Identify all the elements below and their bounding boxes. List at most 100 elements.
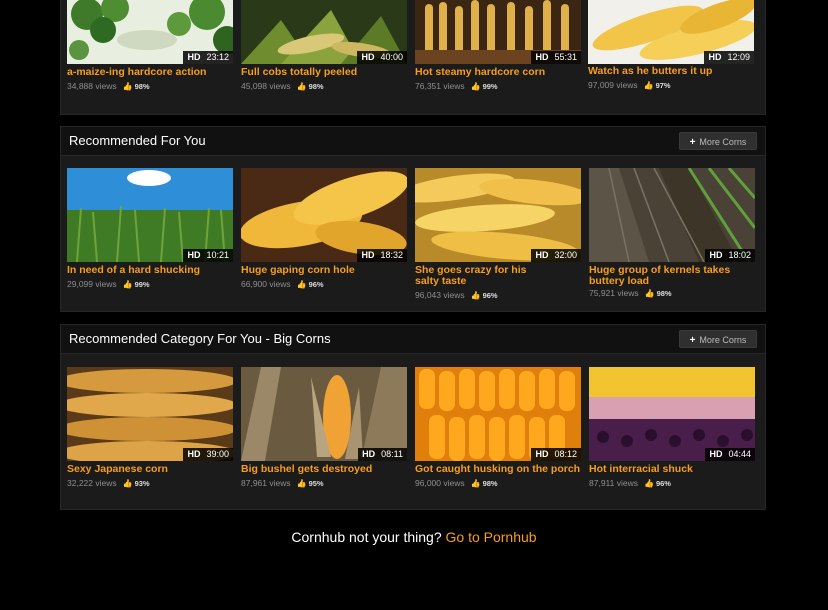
top-video-panel: HD 23:12 a-maize-ing hardcore action 34,8… (60, 0, 766, 115)
duration-badge: HD 12:09 (704, 51, 754, 64)
thumbs-up-icon: 👍 (470, 82, 481, 91)
video-meta: 96,043 views 👍 96% (415, 290, 498, 300)
video-thumbnail[interactable]: HD 08:12 (415, 367, 581, 461)
video-title[interactable]: Full cobs totally peeled (241, 67, 409, 78)
video-thumbnail[interactable]: HD 18:02 (589, 168, 755, 262)
rating: 98% (656, 289, 672, 298)
video-meta: 75,921 views 👍 98% (589, 288, 672, 298)
panel-title: Recommended Category For You - Big Corns (69, 331, 331, 346)
view-count: 76,351 views (415, 81, 465, 91)
panel-title: Recommended For You (69, 133, 206, 148)
category-panel: Recommended Category For You - Big Corns… (60, 324, 766, 510)
video-thumbnail[interactable]: HD 55:31 (415, 0, 581, 64)
duration-badge: HD 08:12 (531, 448, 581, 461)
video-title[interactable]: Watch as he butters it up (588, 66, 756, 77)
video-title[interactable]: Got caught husking on the porch (415, 464, 583, 475)
corn-closeup-image (241, 168, 407, 262)
orange-kernels-image (415, 367, 581, 461)
video-title[interactable]: She goes crazy for his salty taste (415, 265, 545, 287)
video-title[interactable]: In need of a hard shucking (67, 265, 235, 276)
duration-badge: HD 18:02 (705, 249, 755, 262)
video-title[interactable]: Sexy Japanese corn (67, 464, 235, 475)
rating: 97% (655, 81, 671, 90)
hd-badge: HD (361, 52, 375, 62)
dried-stalk-image (241, 367, 407, 461)
footer-text: Cornhub not your thing? (291, 529, 442, 545)
view-count: 45,098 views (241, 81, 291, 91)
duration-badge: HD 08:11 (358, 448, 407, 461)
video-meta: 29,099 views 👍 99% (67, 279, 150, 289)
video-thumbnail[interactable]: HD 08:11 (241, 367, 407, 461)
duration-badge: HD 32:00 (531, 249, 581, 262)
video-meta: 96,000 views 👍 98% (415, 478, 498, 488)
rating: 98% (308, 82, 324, 91)
video-meta: 97,009 views 👍 97% (588, 80, 671, 90)
video-meta: 34,888 views 👍 98% (67, 81, 150, 91)
dried-corn-image (67, 367, 233, 461)
go-to-pornhub-link[interactable]: Go to Pornhub (446, 529, 537, 545)
rating: 98% (134, 82, 150, 91)
thumbs-up-icon: 👍 (470, 479, 481, 488)
video-title[interactable]: Huge gaping corn hole (241, 265, 409, 276)
thumbs-up-icon: 👍 (296, 479, 307, 488)
plus-icon: + (689, 335, 696, 346)
hd-badge: HD (709, 449, 723, 459)
hd-badge: HD (535, 449, 549, 459)
rating: 98% (482, 479, 498, 488)
thumbs-up-icon: 👍 (644, 289, 655, 298)
hd-badge: HD (709, 250, 723, 260)
video-thumbnail[interactable]: HD 39:00 (67, 367, 233, 461)
video-title[interactable]: a-maize-ing hardcore action (67, 67, 235, 78)
more-corns-button[interactable]: + More Corns (679, 330, 757, 348)
view-count: 96,000 views (415, 478, 465, 488)
panel-header: Recommended Category For You - Big Corns… (61, 325, 765, 354)
video-thumbnail[interactable]: HD 12:09 (588, 0, 754, 64)
recommended-panel: Recommended For You + More Corns HD 10:21 … (60, 126, 766, 312)
duration-badge: HD 23:12 (183, 51, 233, 64)
duration-badge: HD 04:44 (705, 448, 755, 461)
footer: Cornhub not your thing? Go to Pornhub (0, 529, 828, 545)
video-thumbnail[interactable]: HD 32:00 (415, 168, 581, 262)
view-count: 96,043 views (415, 290, 465, 300)
thumbs-up-icon: 👍 (122, 479, 133, 488)
rating: 99% (482, 82, 498, 91)
video-title[interactable]: Hot interracial shuck (589, 464, 757, 475)
more-corns-button[interactable]: + More Corns (679, 132, 757, 150)
video-title[interactable]: Big bushel gets destroyed (241, 464, 409, 475)
video-meta: 66,900 views 👍 96% (241, 279, 324, 289)
thumbs-up-icon: 👍 (296, 280, 307, 289)
multicolor-corn-image (589, 367, 755, 461)
view-count: 75,921 views (589, 288, 639, 298)
video-meta: 87,961 views 👍 95% (241, 478, 324, 488)
view-count: 87,961 views (241, 478, 291, 488)
view-count: 97,009 views (588, 80, 638, 90)
duration-badge: HD 39:00 (183, 448, 233, 461)
view-count: 32,222 views (67, 478, 117, 488)
thumbs-up-icon: 👍 (643, 479, 654, 488)
video-title[interactable]: Huge group of kernels takes buttery load (589, 265, 749, 287)
cornfield-sky-image (67, 168, 233, 262)
video-thumbnail[interactable]: HD 10:21 (67, 168, 233, 262)
duration-badge: HD 10:21 (183, 249, 233, 262)
corn-pile-image (415, 168, 581, 262)
hd-badge: HD (187, 250, 201, 260)
video-title[interactable]: Hot steamy hardcore corn (415, 67, 583, 78)
thumbs-up-icon: 👍 (296, 82, 307, 91)
view-count: 29,099 views (67, 279, 117, 289)
view-count: 87,911 views (589, 478, 638, 488)
hd-badge: HD (708, 52, 722, 62)
hd-badge: HD (187, 449, 201, 459)
video-meta: 32,222 views 👍 93% (67, 478, 150, 488)
video-thumbnail[interactable]: HD 40:00 (241, 0, 407, 64)
hd-badge: HD (187, 52, 201, 62)
video-thumbnail[interactable]: HD 23:12 (67, 0, 233, 64)
hd-badge: HD (535, 52, 549, 62)
rating: 99% (134, 280, 150, 289)
video-meta: 87,911 views 👍 96% (589, 478, 671, 488)
video-thumbnail[interactable]: HD 04:44 (589, 367, 755, 461)
rating: 95% (308, 479, 324, 488)
video-thumbnail[interactable]: HD 18:32 (241, 168, 407, 262)
view-count: 66,900 views (241, 279, 291, 289)
rating: 96% (482, 291, 498, 300)
duration-badge: HD 18:32 (357, 249, 407, 262)
